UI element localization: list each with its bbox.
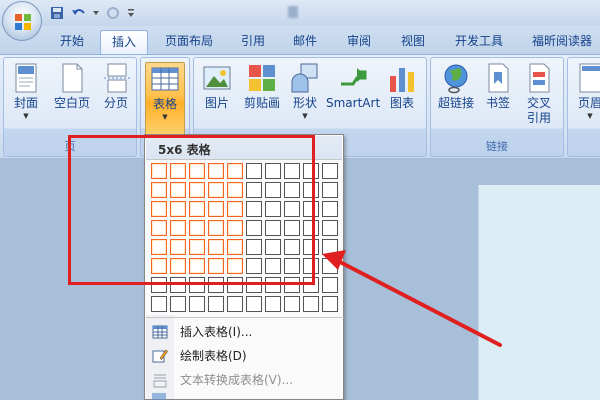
grid-cell[interactable] [265, 296, 281, 312]
office-button[interactable] [2, 1, 42, 41]
tab-developer[interactable]: 开发工具 [446, 30, 512, 54]
draw-table-pencil-icon [152, 349, 168, 363]
shapes-label: 形状 [292, 96, 317, 110]
save-icon[interactable] [48, 4, 66, 22]
chart-label: 图表 [389, 96, 414, 110]
clipart-label: 剪贴画 [243, 96, 280, 110]
tab-mailings[interactable]: 邮件 [284, 30, 326, 54]
grid-cell[interactable] [208, 296, 224, 312]
clipart-button[interactable]: 剪贴画 [240, 62, 284, 111]
grid-cell[interactable] [322, 163, 338, 179]
cross-reference-label-2: 引用 [526, 111, 551, 125]
quick-access-toolbar [48, 4, 136, 22]
cover-button[interactable]: 封面 ▼ [8, 62, 44, 121]
grid-cell[interactable] [322, 258, 338, 274]
grid-cell[interactable] [284, 296, 300, 312]
links-group: 超链接 书签 交叉 引用 链接 [430, 57, 564, 157]
tab-references[interactable]: 引用 [232, 30, 274, 54]
undo-icon[interactable] [70, 4, 88, 22]
convert-text-icon [153, 374, 167, 388]
clipart-icon [249, 65, 275, 91]
chevron-down-icon: ▼ [162, 113, 168, 121]
header-label: 页眉 [577, 96, 600, 110]
draw-table-menu-item[interactable]: 绘制表格(D) [146, 344, 344, 368]
cross-reference-button[interactable]: 交叉 引用 [519, 62, 559, 126]
ribbon-tab-bar: 开始 插入 页面布局 引用 邮件 审阅 视图 开发工具 福昕阅读器 [0, 26, 600, 54]
header-button[interactable]: 页眉 ▼ [572, 62, 600, 121]
chevron-down-icon: ▼ [23, 112, 29, 120]
shapes-icon [291, 63, 318, 93]
tab-home[interactable]: 开始 [48, 30, 96, 54]
picture-icon [203, 66, 231, 90]
tab-foxit-reader[interactable]: 福昕阅读器 [524, 30, 600, 54]
insert-table-icon [152, 325, 168, 339]
grid-cell[interactable] [322, 277, 338, 293]
chart-icon [390, 68, 414, 92]
links-group-label: 链接 [486, 140, 508, 153]
header-footer-group: 页眉 ▼ [567, 57, 600, 157]
chart-button[interactable]: 图表 [384, 62, 420, 111]
grid-cell[interactable] [322, 296, 338, 312]
document-page[interactable] [478, 185, 600, 400]
page-break-button[interactable]: 分页 [98, 62, 134, 111]
cover-label: 封面 [13, 96, 38, 110]
grid-cell[interactable] [322, 239, 338, 255]
bookmark-button[interactable]: 书签 [481, 62, 515, 111]
chevron-down-icon: ▼ [587, 112, 593, 120]
grid-cell[interactable] [322, 220, 338, 236]
tab-view[interactable]: 视图 [392, 30, 434, 54]
redo-icon[interactable] [104, 4, 122, 22]
cover-page-icon [15, 63, 37, 93]
convert-text-label: 文本转换成表格(V)... [180, 373, 294, 387]
table-icon [151, 67, 179, 91]
bookmark-label: 书签 [485, 96, 510, 110]
window-title-blurred [300, 6, 360, 18]
tab-insert[interactable]: 插入 [100, 30, 148, 54]
office-logo-icon [15, 14, 31, 30]
blank-page-button[interactable]: 空白页 [50, 62, 94, 111]
table-label: 表格 [152, 97, 177, 111]
title-bar [0, 0, 600, 26]
convert-text-to-table-menu-item[interactable]: 文本转换成表格(V)... [146, 368, 344, 392]
menu-separator [146, 317, 344, 318]
tab-page-layout[interactable]: 页面布局 [156, 30, 222, 54]
smartart-icon [341, 68, 367, 86]
grid-cell[interactable] [322, 182, 338, 198]
hyperlink-button[interactable]: 超链接 [435, 62, 477, 111]
grid-cell[interactable] [227, 296, 243, 312]
draw-table-label: 绘制表格(D) [180, 349, 247, 363]
grid-cell[interactable] [170, 296, 186, 312]
customize-qat-icon[interactable] [126, 4, 136, 22]
table-button[interactable]: 表格 ▼ [145, 62, 185, 136]
tab-review[interactable]: 审阅 [338, 30, 380, 54]
document-title-icon [288, 6, 298, 18]
chevron-down-icon[interactable] [92, 4, 100, 22]
page-break-label: 分页 [103, 96, 128, 110]
grid-cell[interactable] [246, 296, 262, 312]
cross-reference-icon [529, 63, 550, 93]
grid-cell[interactable] [322, 201, 338, 217]
chevron-down-icon: ▼ [302, 112, 308, 120]
annotation-highlight-box [68, 135, 315, 285]
bookmark-icon [488, 63, 509, 93]
blank-page-icon [62, 63, 83, 93]
grid-cell[interactable] [151, 296, 167, 312]
smartart-button[interactable]: SmartArt [326, 62, 380, 111]
picture-button[interactable]: 图片 [200, 62, 234, 111]
shapes-button[interactable]: 形状 ▼ [288, 62, 322, 121]
next-menu-item-icon [152, 393, 166, 400]
smartart-label: SmartArt [326, 96, 381, 110]
grid-cell[interactable] [189, 296, 205, 312]
insert-table-label: 插入表格(I)... [180, 325, 253, 339]
header-icon [579, 63, 600, 93]
picture-label: 图片 [204, 96, 229, 110]
cross-reference-label-1: 交叉 [526, 96, 551, 110]
blank-page-label: 空白页 [53, 96, 90, 110]
hyperlink-globe-icon [444, 64, 468, 94]
insert-table-menu-item[interactable]: 插入表格(I)... [146, 320, 344, 344]
page-break-icon [104, 63, 130, 93]
hyperlink-label: 超链接 [437, 96, 474, 110]
grid-cell[interactable] [303, 296, 319, 312]
